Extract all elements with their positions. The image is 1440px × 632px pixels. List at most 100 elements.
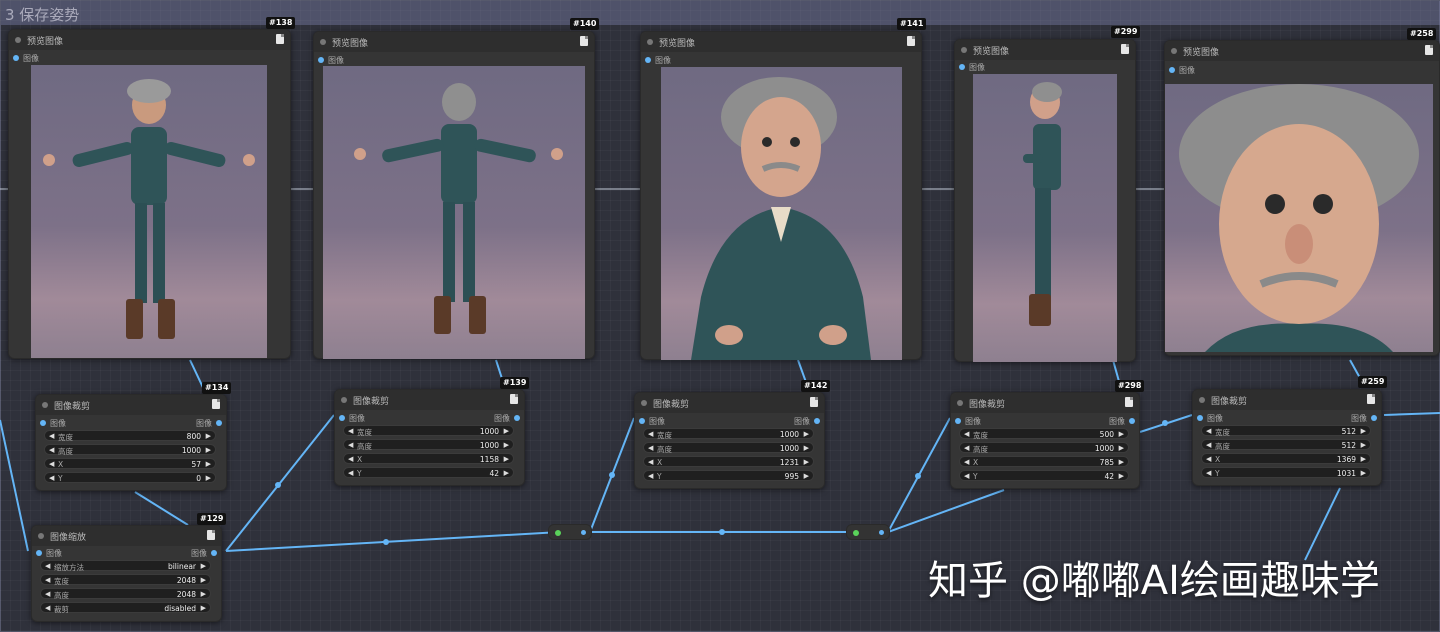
document-icon[interactable] [580,36,588,46]
document-icon[interactable] [510,394,518,404]
collapse-dot[interactable] [1171,48,1177,54]
collapse-dot[interactable] [647,39,653,45]
width-widget[interactable]: ◀ 宽度 500 ▶ [959,428,1129,440]
image-input-socket[interactable] [1169,67,1175,73]
width-widget[interactable]: ◀ 宽度 512 ▶ [1201,425,1371,437]
decrement-arrow[interactable]: ◀ [648,472,653,480]
decrement-arrow[interactable]: ◀ [1206,455,1211,463]
collapse-dot[interactable] [961,47,967,53]
decrement-arrow[interactable]: ◀ [49,446,54,454]
node-header[interactable]: 预览图像 [1165,41,1439,61]
decrement-arrow[interactable]: ◀ [648,444,653,452]
node-header[interactable]: 图像裁剪 [951,393,1139,413]
decrement-arrow[interactable]: ◀ [348,427,353,435]
increment-arrow[interactable]: ▶ [201,590,206,598]
height-widget[interactable]: ◀ 高度 2048 ▶ [40,588,211,600]
increment-arrow[interactable]: ▶ [201,604,206,612]
image-input-socket[interactable] [645,57,651,63]
x-widget[interactable]: ◀ X 1231 ▶ [643,456,814,467]
image-output-socket[interactable] [1129,418,1135,424]
reroute-input[interactable] [853,530,859,536]
document-icon[interactable] [1121,44,1129,54]
decrement-arrow[interactable]: ◀ [964,430,969,438]
width-widget[interactable]: ◀ 宽度 800 ▶ [44,430,216,442]
increment-arrow[interactable]: ▶ [504,469,509,477]
decrement-arrow[interactable]: ◀ [45,576,50,584]
image-input-socket[interactable] [318,57,324,63]
node-header[interactable]: 预览图像 [955,40,1135,60]
crop-node-134[interactable]: 图像裁剪 图像 图像 ◀ 宽度 800 ▶ ◀ 高度 1000 ▶ ◀ X 57 ▶ ◀ Y 0 ▶ [35,394,227,491]
node-header[interactable]: 图像缩放 [32,526,221,546]
node-header[interactable]: 预览图像 [9,30,290,50]
reroute-output[interactable] [879,530,884,535]
width-widget[interactable]: ◀ 宽度 2048 ▶ [40,574,211,586]
increment-arrow[interactable]: ▶ [504,427,509,435]
crop-select[interactable]: ◀ 裁剪 disabled ▶ [40,602,211,614]
decrement-arrow[interactable]: ◀ [45,590,50,598]
increment-arrow[interactable]: ▶ [804,458,809,466]
increment-arrow[interactable]: ▶ [1361,427,1366,435]
document-icon[interactable] [810,397,818,407]
upscale-method-select[interactable]: ◀ 缩放方法 bilinear ▶ [40,560,211,572]
increment-arrow[interactable]: ▶ [201,576,206,584]
decrement-arrow[interactable]: ◀ [1206,469,1211,477]
x-widget[interactable]: ◀ X 785 ▶ [959,456,1129,467]
image-output-socket[interactable] [1371,415,1377,421]
preview-node-140[interactable]: 预览图像 图像 [313,31,595,359]
increment-arrow[interactable]: ▶ [1119,458,1124,466]
y-widget[interactable]: ◀ Y 42 ▶ [959,470,1129,481]
y-widget[interactable]: ◀ Y 42 ▶ [343,467,514,478]
document-icon[interactable] [1367,394,1375,404]
reroute-node[interactable] [548,524,592,540]
increment-arrow[interactable]: ▶ [1119,472,1124,480]
reroute-input[interactable] [555,530,561,536]
crop-node-139[interactable]: 图像裁剪 图像 图像 ◀ 宽度 1000 ▶ ◀ 高度 1000 ▶ ◀ X 1158 ▶ ◀ Y 4… [334,389,525,486]
x-widget[interactable]: ◀ X 1369 ▶ [1201,453,1371,464]
increment-arrow[interactable]: ▶ [206,474,211,482]
collapse-dot[interactable] [641,400,647,406]
image-output-socket[interactable] [216,420,222,426]
x-widget[interactable]: ◀ X 1158 ▶ [343,453,514,464]
increment-arrow[interactable]: ▶ [504,441,509,449]
y-widget[interactable]: ◀ Y 0 ▶ [44,472,216,483]
document-icon[interactable] [907,36,915,46]
image-input-socket[interactable] [639,418,645,424]
decrement-arrow[interactable]: ◀ [45,562,50,570]
reroute-output[interactable] [581,530,586,535]
width-widget[interactable]: ◀ 宽度 1000 ▶ [643,428,814,440]
height-widget[interactable]: ◀ 高度 512 ▶ [1201,439,1371,451]
document-icon[interactable] [212,399,220,409]
decrement-arrow[interactable]: ◀ [49,432,54,440]
image-input-socket[interactable] [13,55,19,61]
y-widget[interactable]: ◀ Y 995 ▶ [643,470,814,481]
image-input-socket[interactable] [339,415,345,421]
node-header[interactable]: 图像裁剪 [335,390,524,410]
preview-node-138[interactable]: 预览图像 图像 [8,29,291,359]
image-input-socket[interactable] [40,420,46,426]
y-widget[interactable]: ◀ Y 1031 ▶ [1201,467,1371,478]
document-icon[interactable] [276,34,284,44]
decrement-arrow[interactable]: ◀ [648,430,653,438]
decrement-arrow[interactable]: ◀ [49,474,54,482]
decrement-arrow[interactable]: ◀ [648,458,653,466]
collapse-dot[interactable] [42,402,48,408]
node-header[interactable]: 图像裁剪 [36,395,226,415]
crop-node-298[interactable]: 图像裁剪 图像 图像 ◀ 宽度 500 ▶ ◀ 高度 1000 ▶ ◀ X 785 ▶ ◀ Y 42 ▶ [950,392,1140,489]
decrement-arrow[interactable]: ◀ [964,444,969,452]
document-icon[interactable] [1425,45,1433,55]
increment-arrow[interactable]: ▶ [206,446,211,454]
decrement-arrow[interactable]: ◀ [348,455,353,463]
increment-arrow[interactable]: ▶ [1119,444,1124,452]
document-icon[interactable] [207,530,215,540]
decrement-arrow[interactable]: ◀ [1206,427,1211,435]
node-header[interactable]: 图像裁剪 [635,393,824,413]
collapse-dot[interactable] [15,37,21,43]
increment-arrow[interactable]: ▶ [804,472,809,480]
collapse-dot[interactable] [38,533,44,539]
image-input-socket[interactable] [955,418,961,424]
height-widget[interactable]: ◀ 高度 1000 ▶ [343,439,514,451]
decrement-arrow[interactable]: ◀ [348,441,353,449]
collapse-dot[interactable] [341,397,347,403]
image-output-socket[interactable] [211,550,217,556]
node-header[interactable]: 图像裁剪 [1193,390,1381,410]
